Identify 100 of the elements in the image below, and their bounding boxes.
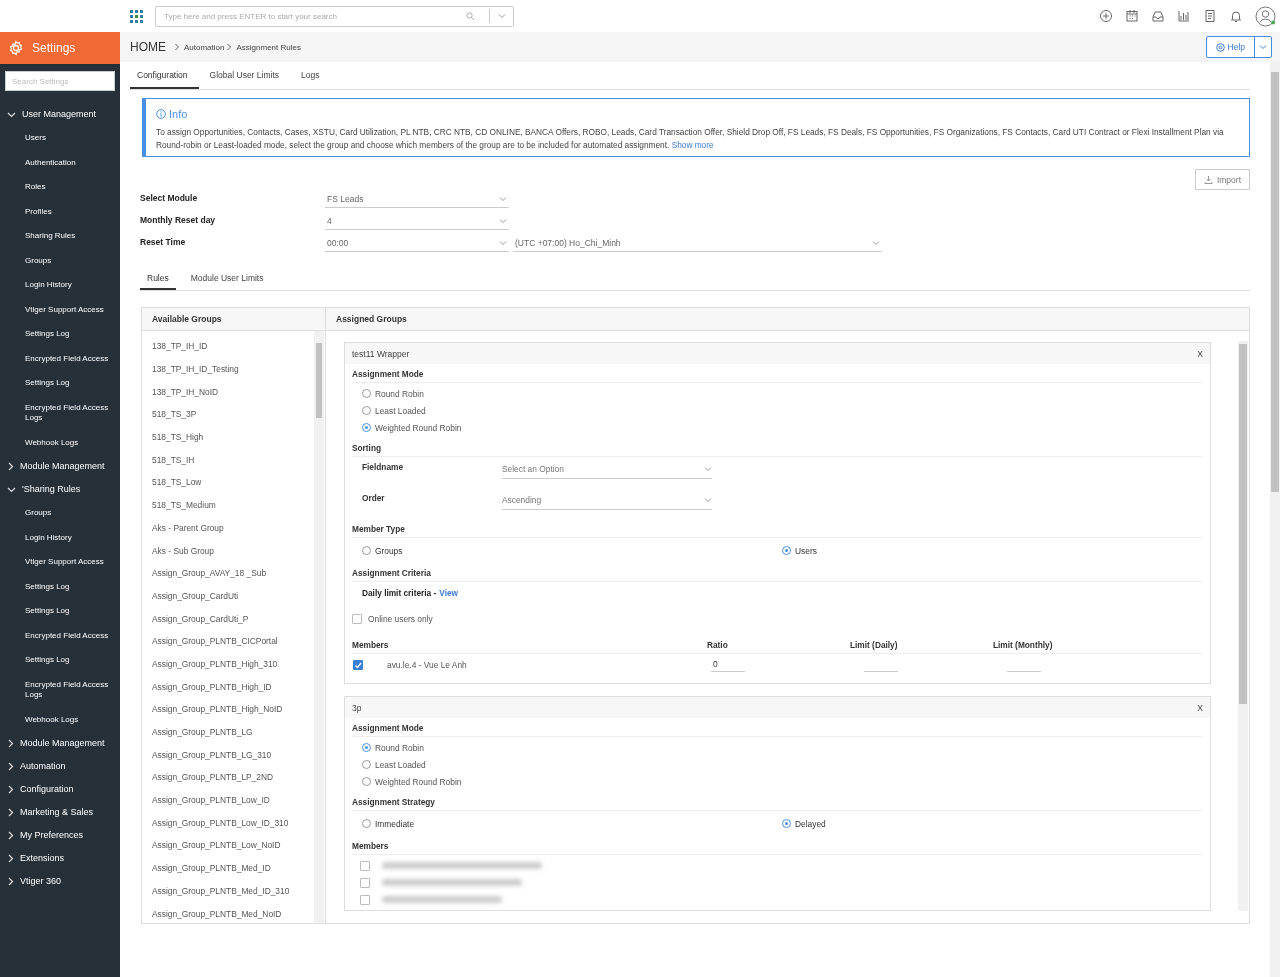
list-item[interactable]: 138_TP_IH_ID_Testing [142,357,314,381]
radio-label[interactable]: Weighted Round Robin [375,776,462,787]
tab[interactable]: Module User Limits [183,267,271,290]
sidebar-item[interactable]: Login History [0,525,120,550]
checkbox[interactable] [360,860,370,871]
list-item[interactable]: Assign_Group_AVAY_18 _Sub [142,561,314,585]
sidebar-item[interactable]: Settings Log [0,599,120,624]
scrollbar[interactable] [314,331,324,923]
sidebar-item[interactable]: Sharing Rules [0,224,120,249]
radio-label[interactable]: Weighted Round Robin [375,422,462,433]
list-item[interactable]: Assign_Group_PLNTB_High_310 [142,652,314,676]
sidebar-item[interactable]: Login History [0,273,120,298]
radio-label[interactable]: Groups [375,545,403,556]
dropdown-field[interactable]: Ascending [502,490,712,510]
sidebar-item[interactable]: Settings Log [0,371,120,396]
bell-icon[interactable] [1229,9,1243,23]
add-icon[interactable] [1099,9,1113,23]
list-item[interactable]: 518_TS_Low [142,471,314,494]
bar-chart-icon[interactable] [1177,9,1191,23]
list-item[interactable]: Assign_Group_PLNTB_High_ID [142,675,314,698]
sidebar-item[interactable]: Users [0,126,120,151]
list-item[interactable]: Assign_Group_PLNTB_Low_NoID [142,834,314,857]
sidebar-item[interactable]: Settings Log [0,574,120,599]
list-item[interactable]: 138_TP_IH_NoID [142,380,314,404]
list-item[interactable]: 518_TS_Medium [142,493,314,517]
inbox-icon[interactable] [1151,9,1165,23]
ratio-field[interactable]: 0 [711,657,745,672]
list-item[interactable]: Assign_Group_PLNTB_Low_ID_310 [142,811,314,835]
sidebar-item[interactable]: Webhook Logs [0,707,120,732]
checkbox[interactable] [353,659,363,670]
list-item[interactable]: Assign_Group_CardUti [142,584,314,608]
radio-button[interactable] [782,819,791,828]
breadcrumb-link[interactable]: HOME [130,40,166,54]
list-item[interactable]: Assign_Group_PLNTB_Med_NoID [142,902,314,923]
sidebar-item[interactable]: Settings Log [0,322,120,347]
radio-button[interactable] [362,760,371,769]
dropdown-field[interactable]: 00:00 [325,234,509,252]
radio-button[interactable] [362,423,371,432]
list-item[interactable]: Assign_Group_PLNTB_LG_310 [142,743,314,767]
sidebar-section-label[interactable]: Module Management [20,461,105,472]
sidebar-item[interactable]: Encrypted Field Access [0,346,120,371]
sidebar-item[interactable]: Encrypted Field Access Logs [0,395,120,431]
sidebar-item[interactable]: Groups [0,501,120,526]
list-item[interactable]: 518_TS_IH [142,448,314,472]
search-field[interactable]: Type here and press ENTER to start your search [155,5,514,27]
dropdown-field[interactable]: 4 [325,212,509,230]
list-item[interactable]: 518_TS_High [142,425,314,449]
sidebar-section-label[interactable]: 'Sharing Rules [22,484,81,495]
close-button[interactable]: X [1197,702,1203,713]
list-item[interactable]: Assign_Group_PLNTB_High_NoID [142,698,314,721]
tab[interactable]: Global User Limits [202,62,290,89]
list-item[interactable]: Aks - Sub Group [142,539,314,562]
radio-button[interactable] [362,406,371,415]
sidebar-item[interactable]: Authentication [0,150,120,175]
sidebar-item[interactable]: Groups [0,248,120,273]
sidebar-section-label[interactable]: Vtiger 360 [20,876,62,887]
sidebar-section-label[interactable]: Automation [20,761,66,772]
checkbox[interactable] [360,894,370,905]
sidebar-item[interactable]: Vtiger Support Access [0,550,120,575]
list-item[interactable]: Assign_Group_PLNTB_LP_2ND [142,766,314,789]
sidebar-section-label[interactable]: My Preferences [20,830,84,841]
checkbox[interactable] [352,614,362,624]
sidebar-section-label[interactable]: Extensions [20,853,65,864]
sidebar-item[interactable]: Webhook Logs [0,430,120,455]
sidebar-section-label[interactable]: User Management [22,109,97,120]
list-item[interactable]: Assign_Group_PLNTB_Low_ID [142,788,314,812]
sidebar-item[interactable]: Roles [0,175,120,200]
tab[interactable]: Logs [294,62,331,89]
sidebar-section-label[interactable]: Module Management [20,738,105,749]
search-field[interactable]: Search Settings [5,71,115,91]
import-button[interactable]: Import [1194,169,1250,190]
list-item[interactable]: Assign_Group_PLNTB_Med_ID_310 [142,879,314,903]
sidebar-item[interactable]: Profiles [0,199,120,224]
list-item[interactable]: Aks - Parent Group [142,516,314,540]
radio-label[interactable]: Least Loaded [375,759,426,770]
radio-button[interactable] [362,546,371,555]
breadcrumb-link[interactable]: Automation [184,42,225,52]
radio-button[interactable] [782,546,791,555]
radio-button[interactable] [362,743,371,752]
dropdown-field[interactable]: Select an Option [502,459,712,479]
radio-label[interactable]: Immediate [375,818,415,829]
view-link[interactable]: View [439,588,458,598]
radio-label[interactable]: Users [795,545,817,556]
list-item[interactable]: Assign_Group_PLNTB_CICPortal [142,629,314,653]
close-button[interactable]: X [1197,348,1203,359]
list-item[interactable]: Assign_Group_PLNTB_LG [142,720,314,744]
tab[interactable]: Rules [140,267,176,290]
sidebar-item[interactable]: Settings Log [0,648,120,673]
radio-label[interactable]: Least Loaded [375,405,426,416]
sidebar-item[interactable]: Encrypted Field Access [0,623,120,648]
sidebar-section-label[interactable]: Configuration [20,784,74,795]
dropdown-field[interactable]: FS Leads [325,190,509,208]
tab[interactable]: Configuration [130,62,199,89]
checkbox[interactable] [360,877,370,888]
radio-button[interactable] [362,819,371,828]
radio-button[interactable] [362,389,371,398]
radio-label[interactable]: Round Robin [375,742,424,753]
dropdown-field[interactable]: (UTC +07:00) Ho_Chi_Minh [513,234,882,252]
sidebar-item[interactable]: Vtiger Support Access [0,297,120,322]
list-item[interactable]: Assign_Group_CardUti_P [142,607,314,630]
